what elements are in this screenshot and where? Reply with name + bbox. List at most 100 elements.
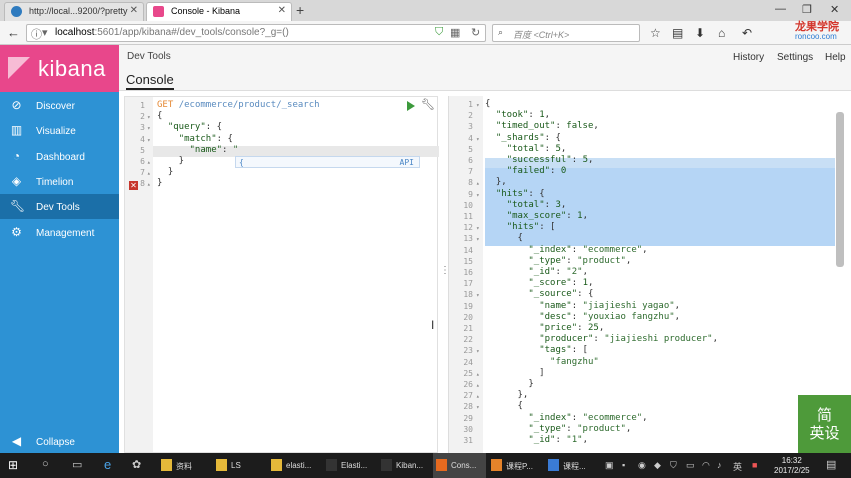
autocomplete-popup[interactable]: { API	[235, 156, 420, 168]
results-line: 7 "failed": 0	[449, 166, 851, 177]
nav-item-timelion[interactable]: ◈ Timelion	[0, 169, 119, 194]
taskbar-app-button[interactable]: 课程P...	[488, 453, 541, 478]
search-icon: ⌕	[498, 27, 504, 37]
windows-start-icon[interactable]: ⊞	[8, 459, 21, 472]
tray-icon[interactable]: ▪	[622, 460, 625, 470]
home-icon[interactable]: ⌂	[718, 26, 725, 40]
reading-list-icon[interactable]: ▤	[672, 26, 683, 40]
app-icon[interactable]: ✿	[132, 458, 141, 471]
ime-indicator[interactable]: 英	[733, 460, 742, 473]
maximize-icon[interactable]: ❐	[802, 3, 812, 16]
editor-line: 4 ▾ "match": {	[125, 134, 437, 145]
nav-label: Dashboard	[36, 152, 85, 163]
kibana-logo[interactable]: kibana	[0, 45, 119, 92]
browser-tab-kibana[interactable]: Console - Kibana ✕	[146, 2, 292, 21]
code-text: "total": 3,	[485, 199, 567, 211]
line-number: 16	[463, 268, 473, 277]
code-token: :	[555, 435, 567, 445]
network-icon[interactable]: ▭	[686, 460, 695, 471]
close-tab-icon[interactable]: ✕	[278, 5, 286, 16]
code-token: 0	[560, 166, 567, 177]
help-link[interactable]: Help	[825, 52, 846, 63]
wifi-icon[interactable]: ◠	[702, 460, 710, 471]
taskbar-app-button[interactable]: 资料	[158, 453, 211, 478]
window-close-icon[interactable]: ✕	[830, 3, 839, 16]
search-box[interactable]: ⌕ 百度 <Ctrl+K>	[492, 24, 640, 42]
nav-item-management[interactable]: ⚙ Management	[0, 220, 119, 245]
notification-icon[interactable]: ▤	[826, 458, 836, 471]
taskbar-app-button[interactable]: LS	[213, 453, 266, 478]
new-tab-button[interactable]: +	[296, 2, 304, 18]
line-number: 31	[463, 436, 473, 445]
close-tab-icon[interactable]: ✕	[130, 5, 138, 16]
nav-item-dev-tools[interactable]: 🔧︎ Dev Tools	[0, 194, 119, 219]
taskbar-app-button[interactable]: Cons...	[433, 453, 486, 478]
fold-toggle-icon[interactable]: ▴	[147, 179, 151, 190]
download-icon[interactable]: ⬇	[695, 26, 705, 40]
tray-icon[interactable]: ▣	[605, 460, 614, 471]
system-clock[interactable]: 16:32 2017/2/25	[774, 456, 810, 476]
settings-link[interactable]: Settings	[777, 52, 813, 63]
taskbar-app-button[interactable]: elasti...	[268, 453, 321, 478]
compass-icon: ⊘	[11, 98, 22, 112]
wrench-icon[interactable]: 🔧︎	[421, 98, 435, 111]
code-token: :	[571, 278, 583, 289]
edge-icon[interactable]: e	[104, 457, 111, 472]
results-scrollbar[interactable]	[836, 112, 844, 267]
code-token: :	[544, 199, 556, 210]
line-number: 19	[463, 301, 473, 311]
run-request-icon[interactable]	[407, 101, 415, 111]
taskbar-app-button[interactable]: Kiban...	[378, 453, 431, 478]
nav-item-discover[interactable]: ⊘ Discover	[0, 93, 119, 118]
shield-icon[interactable]: ⛉	[670, 460, 677, 471]
bar-chart-icon: ▥	[10, 123, 23, 137]
shield-icon[interactable]: ⛉	[435, 26, 443, 39]
taskbar-app-button[interactable]: Elasti...	[323, 453, 376, 478]
code-token: ,	[674, 300, 681, 311]
history-link[interactable]: History	[733, 52, 764, 63]
nav-item-dashboard[interactable]: ◔ Dashboard	[0, 144, 119, 169]
code-token: false	[566, 121, 594, 132]
taskbar-app-button[interactable]: 课程...	[545, 453, 598, 478]
dropdown-icon[interactable]: ▾	[42, 26, 48, 39]
minimize-icon[interactable]: —	[775, 3, 786, 15]
tray-icon[interactable]: ◉	[638, 460, 646, 471]
search-icon[interactable]: ○	[42, 458, 49, 470]
address-bar[interactable]: ⓘ ▾ localhost:5601/app/kibana#/dev_tools…	[26, 24, 486, 42]
results-line: 3 "timed_out": false,	[449, 121, 851, 132]
tray-icon[interactable]: ◆	[654, 460, 661, 471]
info-icon[interactable]: ⓘ	[31, 26, 42, 41]
results-line: 20 "desc": "youxiao fangzhu",	[449, 312, 851, 323]
line-number: 2	[468, 111, 473, 121]
undo-icon[interactable]: ↶	[742, 26, 752, 40]
bookmark-star-icon[interactable]: ☆	[650, 26, 661, 40]
editor-line: 8 ▴}	[125, 178, 437, 189]
line-number: 5	[140, 145, 145, 155]
back-icon[interactable]: ←	[7, 25, 20, 40]
nav-item-visualize[interactable]: ▥ Visualize	[0, 118, 119, 143]
results-line: 22 "producer": "jiajieshi producer",	[449, 334, 851, 345]
qr-icon[interactable]: ▦	[450, 26, 460, 39]
volume-icon[interactable]: ♪	[717, 460, 722, 470]
code-token: "ecommerce"	[582, 244, 643, 255]
app-icon	[271, 459, 282, 471]
code-token: "total"	[506, 143, 545, 154]
line-number: 11	[463, 212, 473, 221]
section-title: Dev Tools	[127, 51, 171, 62]
reload-icon[interactable]: ↻	[471, 26, 480, 39]
tab-console[interactable]: Console	[126, 72, 174, 90]
watermark-text: 简 英设	[809, 407, 840, 442]
line-number: 26	[463, 380, 473, 389]
code-token: ,	[593, 121, 599, 132]
autocomplete-item[interactable]: {	[239, 158, 244, 167]
browser-tab-elasticsearch[interactable]: http://local...9200/?pretty ✕	[4, 2, 144, 21]
response-viewer[interactable]: 1 ▾{2 "took": 1, 3 "timed_out": false, 4 ▾ "…	[448, 96, 851, 453]
code-token: "tags"	[539, 345, 572, 356]
tray-app-icon[interactable]: ■	[752, 460, 757, 470]
nav-collapse[interactable]: ◀ Collapse	[0, 429, 119, 454]
request-editor[interactable]: 1 GET /ecommerce/product/_search 2 ▾{3 ▾ "qu…	[124, 96, 439, 453]
code-token: "2"	[566, 267, 583, 277]
task-view-icon[interactable]: ▭	[72, 458, 82, 471]
